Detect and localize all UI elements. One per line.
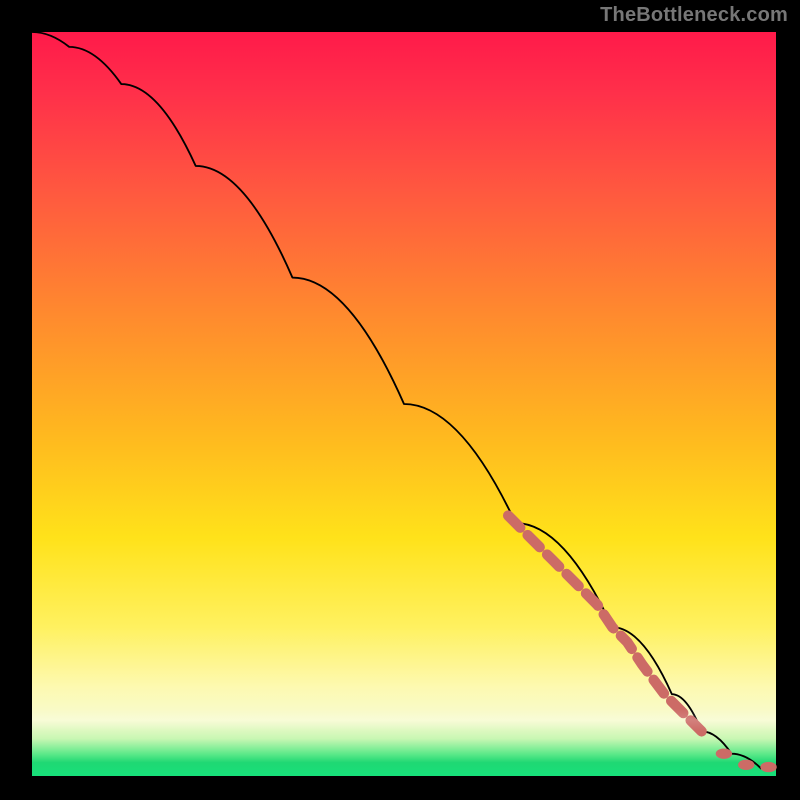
curve-svg [32, 32, 776, 776]
plot-area [32, 32, 776, 776]
trailing-dots [716, 748, 777, 772]
watermark-label: TheBottleneck.com [600, 4, 788, 27]
trailing-dot [738, 760, 754, 770]
trailing-dot [760, 762, 776, 772]
chart-frame: TheBottleneck.com [0, 0, 800, 800]
highlight-dashes [508, 516, 701, 732]
main-curve [32, 32, 776, 769]
trailing-dot [716, 748, 732, 758]
